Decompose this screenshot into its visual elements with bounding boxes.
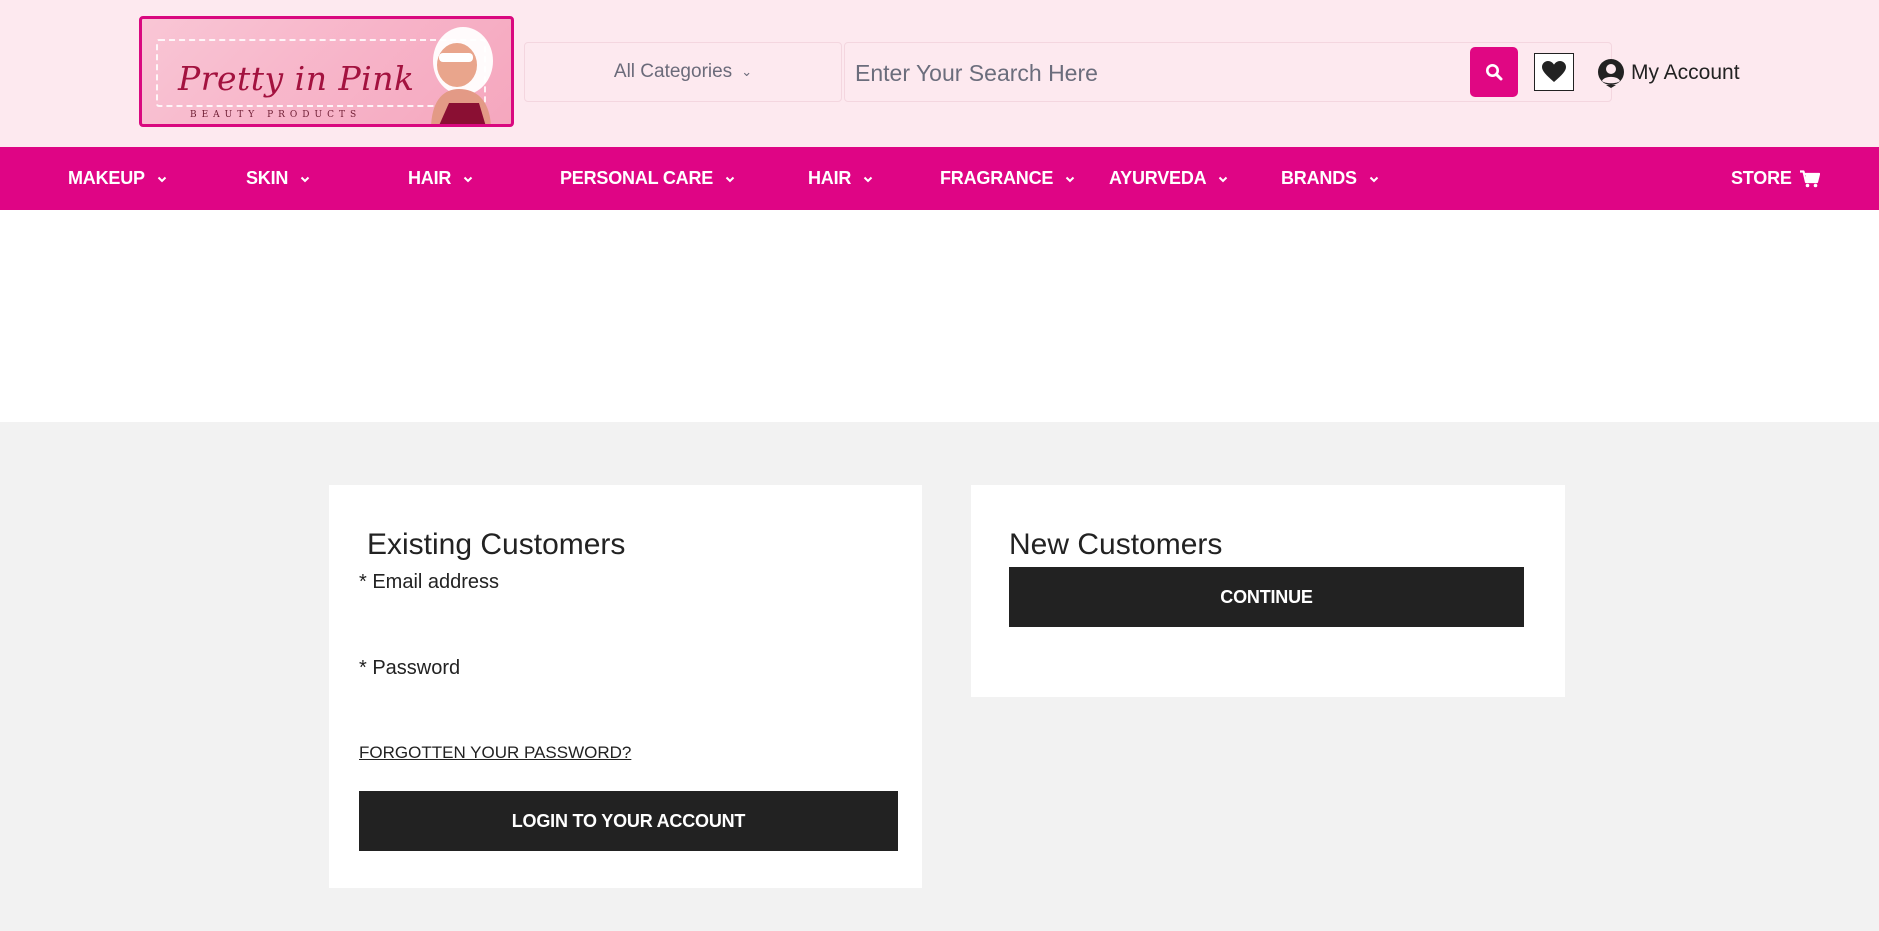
- nav-item-hair-2[interactable]: HAIR: [808, 147, 873, 210]
- logo-text: Pretty in Pink: [178, 59, 415, 98]
- new-customers-panel: New Customers CONTINUE: [971, 485, 1565, 697]
- email-label: * Email address: [359, 571, 500, 593]
- nav-item-hair[interactable]: HAIR: [408, 147, 473, 210]
- search-icon: [1486, 64, 1503, 81]
- forgot-password-link[interactable]: FORGOTTEN YOUR PASSWORD?: [359, 743, 631, 763]
- chevron-down-icon: ⌄: [741, 64, 753, 79]
- password-label: * Password: [359, 657, 461, 679]
- site-header: Pretty in Pink BEAUTY PRODUCTS All Categ…: [0, 0, 1879, 147]
- chevron-down-icon: [1065, 176, 1075, 182]
- login-section: [0, 422, 1879, 931]
- nav-item-ayurveda[interactable]: AYURVEDA: [1109, 147, 1228, 210]
- chevron-down-icon: [157, 176, 167, 182]
- nav-item-fragrance[interactable]: FRAGRANCE: [940, 147, 1075, 210]
- nav-item-skin[interactable]: SKIN: [246, 147, 310, 210]
- email-field[interactable]: [359, 599, 897, 639]
- password-field[interactable]: [359, 685, 897, 725]
- nav-item-label: SKIN: [246, 168, 289, 188]
- logo-tagline: BEAUTY PRODUCTS: [190, 110, 362, 120]
- cart-icon: [1799, 169, 1820, 187]
- heart-icon: [1542, 61, 1566, 82]
- nav-item-label: BRANDS: [1281, 168, 1357, 188]
- chevron-down-icon: [1219, 176, 1228, 182]
- my-account-label: My Account: [1631, 61, 1740, 84]
- chevron-down-icon: [863, 176, 873, 182]
- nav-item-store[interactable]: STORE: [1731, 147, 1820, 210]
- nav-item-brands[interactable]: BRANDS: [1281, 147, 1379, 210]
- my-account-link[interactable]: My Account: [1597, 56, 1740, 90]
- nav-item-label: AYURVEDA: [1109, 168, 1207, 188]
- nav-item-label: FRAGRANCE: [940, 168, 1054, 188]
- category-select[interactable]: All Categories ⌄: [524, 42, 842, 102]
- nav-item-label: PERSONAL CARE: [560, 168, 714, 188]
- nav-item-makeup[interactable]: MAKEUP: [68, 147, 167, 210]
- chevron-down-icon: [301, 176, 310, 182]
- search-input[interactable]: [855, 53, 1455, 93]
- chevron-down-icon: [1369, 176, 1379, 182]
- nav-item-label: STORE: [1731, 168, 1792, 188]
- existing-customers-panel: Existing Customers * Email address * Pas…: [329, 485, 922, 888]
- search-button[interactable]: [1470, 47, 1518, 97]
- nav-item-label: MAKEUP: [68, 168, 145, 188]
- nav-item-label: HAIR: [408, 168, 452, 188]
- category-select-value: All Categories: [613, 61, 733, 82]
- user-circle-icon: [1598, 59, 1624, 88]
- site-logo[interactable]: Pretty in Pink BEAUTY PRODUCTS: [139, 16, 514, 127]
- main-nav: MAKEUP SKIN HAIR PERSONAL CARE HAIR FRAG…: [0, 147, 1879, 210]
- continue-button[interactable]: CONTINUE: [1009, 567, 1524, 627]
- existing-customers-title: Existing Customers: [367, 528, 626, 561]
- chevron-down-icon: [725, 176, 735, 182]
- wishlist-button[interactable]: [1534, 53, 1574, 91]
- logo-figure-illustration: [431, 27, 493, 124]
- nav-item-label: HAIR: [808, 168, 852, 188]
- nav-item-personal-care[interactable]: PERSONAL CARE: [560, 147, 735, 210]
- new-customers-title: New Customers: [1009, 528, 1223, 561]
- login-button[interactable]: LOGIN TO YOUR ACCOUNT: [359, 791, 898, 851]
- chevron-down-icon: [463, 176, 473, 182]
